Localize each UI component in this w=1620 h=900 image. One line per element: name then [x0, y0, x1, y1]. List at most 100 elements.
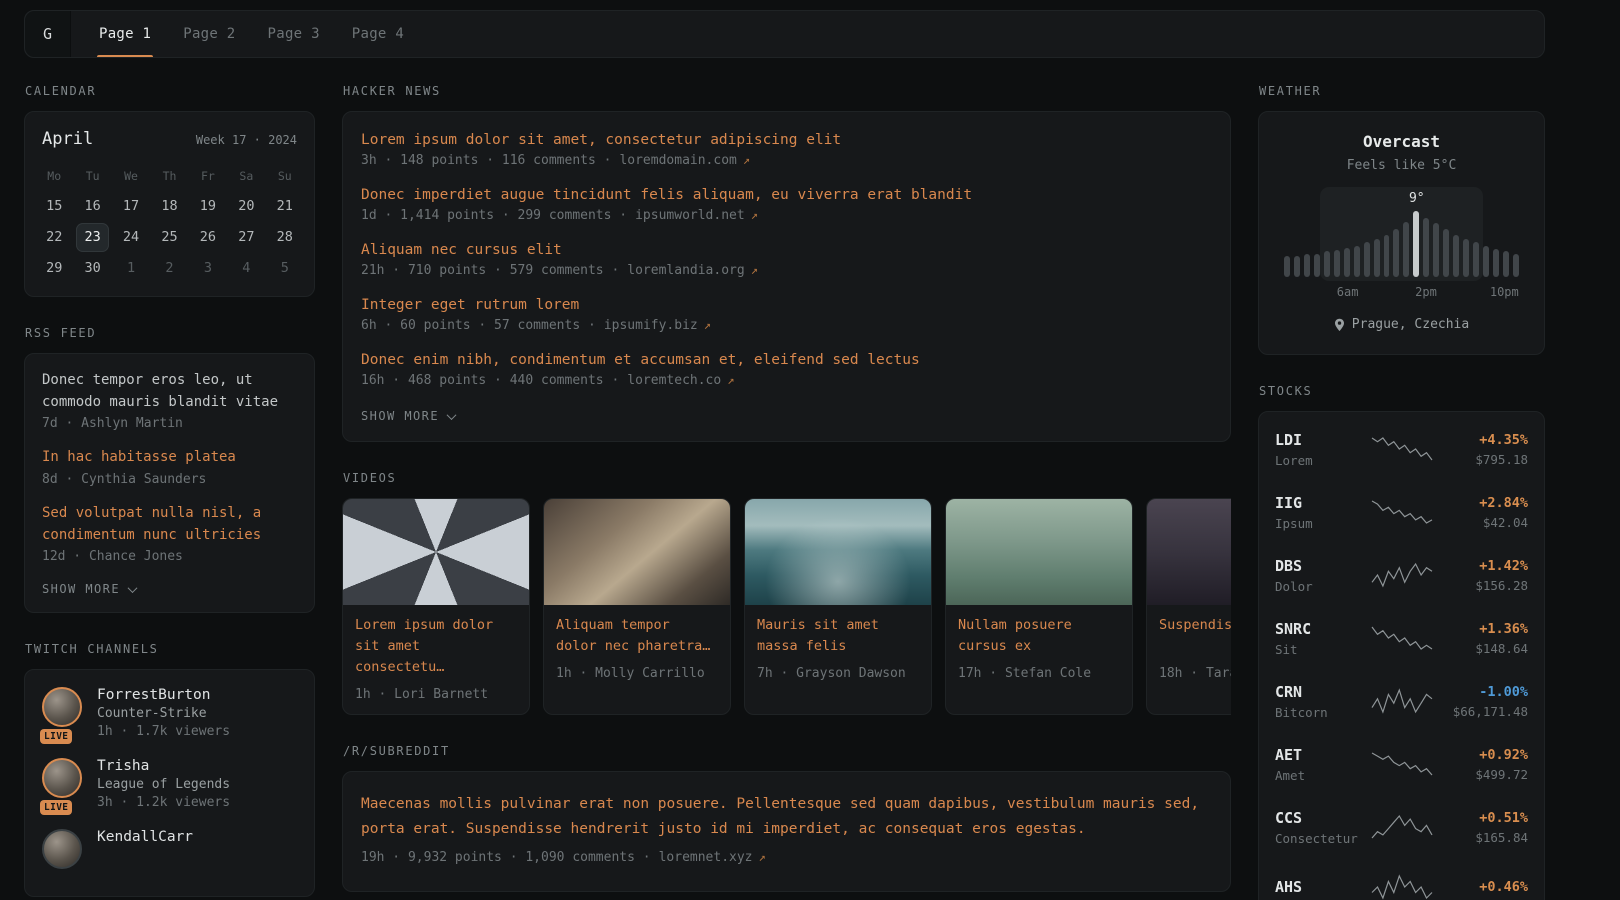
- video-card[interactable]: Aliquam tempor dolor nec pharetra… 1h · …: [543, 498, 731, 715]
- page-tabs: Page 1 Page 2 Page 3 Page 4: [97, 11, 406, 57]
- video-thumbnail: [745, 499, 931, 605]
- calendar-day: 24: [115, 223, 147, 252]
- calendar-day-header: Th: [150, 161, 188, 191]
- channel-name[interactable]: KendallCarr: [97, 829, 193, 845]
- stock-row[interactable]: SNRC Sit +1.36% $148.64: [1275, 607, 1528, 670]
- stock-change: +0.46%: [1442, 879, 1529, 895]
- rss-item-title[interactable]: In hac habitasse platea: [42, 447, 297, 469]
- video-card[interactable]: Mauris sit amet massa felis 7h · Grayson…: [744, 498, 932, 715]
- calendar-day: 1: [115, 254, 147, 283]
- video-card[interactable]: Lorem ipsum dolor sit amet consectetu… 1…: [342, 498, 530, 715]
- stock-row[interactable]: CRN Bitcorn -1.00% $66,171.48: [1275, 670, 1528, 733]
- item-meta-text: 16h · 468 points · 440 comments ·: [361, 373, 619, 388]
- page-tab[interactable]: Page 4: [350, 11, 406, 57]
- weather-bar: [1384, 235, 1390, 277]
- video-card[interactable]: Suspendisse diam 18h · Tara: [1146, 498, 1231, 715]
- calendar-day: 27: [230, 223, 262, 252]
- middle-column: HACKER NEWS Lorem ipsum dolor sit amet, …: [342, 84, 1231, 900]
- calendar-card: April Week 17 · 2024 MoTuWeThFrSaSu 1516…: [24, 111, 315, 297]
- rss-show-more-button[interactable]: SHOW MORE: [42, 580, 136, 598]
- rss-item-title[interactable]: Donec tempor eros leo, ut commodo mauris…: [42, 370, 297, 413]
- calendar-month-label: April: [42, 129, 93, 149]
- source-domain[interactable]: loremtech.co: [627, 373, 721, 388]
- hackernews-item-title[interactable]: Donec imperdiet augue tincidunt felis al…: [361, 187, 1212, 203]
- weather-bar: [1304, 254, 1310, 277]
- channel-name[interactable]: ForrestBurton: [97, 687, 230, 703]
- stock-ticker: CCS: [1275, 809, 1362, 827]
- right-column: WEATHER Overcast Feels like 5°C 9° 6am2p…: [1258, 84, 1545, 900]
- source-domain[interactable]: ipsumworld.net: [635, 208, 745, 223]
- rss-item-title[interactable]: Sed volutpat nulla nisl, a condimentum n…: [42, 503, 297, 546]
- subreddit-section-title: /R/SUBREDDIT: [343, 744, 1231, 758]
- hackernews-item-title[interactable]: Integer eget rutrum lorem: [361, 297, 1212, 313]
- channel-avatar-image: [42, 758, 82, 798]
- source-domain[interactable]: loremnet.xyz: [659, 850, 753, 865]
- video-title[interactable]: Suspendisse diam: [1159, 615, 1231, 657]
- weather-section-title: WEATHER: [1259, 84, 1545, 98]
- hackernews-item-title[interactable]: Donec enim nibh, condimentum et accumsan…: [361, 352, 1212, 368]
- weather-time-label: 10pm: [1490, 285, 1519, 299]
- hackernews-show-more-label: SHOW MORE: [361, 409, 439, 423]
- calendar-day: 30: [76, 254, 108, 283]
- external-link-icon: ↗: [751, 263, 758, 277]
- stock-sparkline: [1370, 872, 1434, 900]
- hackernews-item-meta: 1d · 1,414 points · 299 comments ·ipsumw…: [361, 208, 1212, 223]
- subreddit-post-title[interactable]: Maecenas mollis pulvinar erat non posuer…: [361, 792, 1212, 843]
- calendar-day: 23: [76, 223, 108, 252]
- stock-row[interactable]: CCS Consectetur +0.51% $165.84: [1275, 796, 1528, 859]
- video-card[interactable]: Nullam posuere cursus ex 17h · Stefan Co…: [945, 498, 1133, 715]
- app-logo[interactable]: G: [25, 11, 71, 57]
- hackernews-item-title[interactable]: Lorem ipsum dolor sit amet, consectetur …: [361, 132, 1212, 148]
- twitch-channel-row[interactable]: LIVE Trisha League of Legends 3h · 1.2k …: [42, 758, 297, 810]
- video-thumbnail: [946, 499, 1132, 605]
- calendar-day: 21: [269, 192, 301, 221]
- weather-bar: [1483, 246, 1489, 277]
- stock-row[interactable]: AET Amet +0.92% $499.72: [1275, 733, 1528, 796]
- rss-item[interactable]: Donec tempor eros leo, ut commodo mauris…: [42, 370, 297, 431]
- weather-bar: [1354, 246, 1360, 277]
- stock-row[interactable]: DBS Dolor +1.42% $156.28: [1275, 544, 1528, 607]
- calendar-widget: CALENDAR April Week 17 · 2024 MoTuWeThFr…: [24, 84, 315, 297]
- page-tab[interactable]: Page 1: [97, 11, 153, 57]
- rss-card: Donec tempor eros leo, ut commodo mauris…: [24, 353, 315, 613]
- avatar: LIVE: [42, 758, 84, 810]
- rss-item[interactable]: In hac habitasse platea 8d · Cynthia Sau…: [42, 447, 297, 487]
- source-domain[interactable]: ipsumify.biz: [604, 318, 698, 333]
- video-meta: 1h · Lori Barnett: [355, 687, 517, 702]
- weather-time-labels: 6am2pm10pm: [1284, 283, 1519, 299]
- left-column: CALENDAR April Week 17 · 2024 MoTuWeThFr…: [24, 84, 315, 900]
- hackernews-item-title[interactable]: Aliquam nec cursus elit: [361, 242, 1212, 258]
- hackernews-item: Integer eget rutrum lorem 6h · 60 points…: [361, 297, 1212, 333]
- video-title[interactable]: Nullam posuere cursus ex: [958, 615, 1120, 657]
- weather-bar: [1473, 242, 1479, 277]
- source-domain[interactable]: loremdomain.com: [619, 153, 736, 168]
- twitch-channel-row[interactable]: KendallCarr: [42, 829, 297, 869]
- hackernews-show-more-button[interactable]: SHOW MORE: [361, 407, 455, 425]
- stock-row[interactable]: AHS +0.46%: [1275, 859, 1528, 900]
- weather-bar: [1443, 229, 1449, 277]
- stock-price: $42.04: [1442, 515, 1529, 530]
- videos-row: Lorem ipsum dolor sit amet consectetu… 1…: [342, 498, 1231, 715]
- video-title[interactable]: Aliquam tempor dolor nec pharetra…: [556, 615, 718, 657]
- video-card-body: Suspendisse diam 18h · Tara: [1147, 605, 1231, 693]
- twitch-channel-row[interactable]: LIVE ForrestBurton Counter-Strike 1h · 1…: [42, 687, 297, 739]
- stock-row[interactable]: LDI Lorem +4.35% $795.18: [1275, 418, 1528, 481]
- chevron-down-icon: [447, 410, 457, 420]
- page-tab[interactable]: Page 3: [266, 11, 322, 57]
- weather-bar: [1503, 251, 1509, 277]
- weather-bars: [1284, 205, 1519, 277]
- video-thumbnail: [343, 499, 529, 605]
- stock-sparkline: [1370, 560, 1434, 590]
- channel-name[interactable]: Trisha: [97, 758, 230, 774]
- stock-row[interactable]: IIG Ipsum +2.84% $42.04: [1275, 481, 1528, 544]
- video-title[interactable]: Mauris sit amet massa felis: [757, 615, 919, 657]
- hackernews-item: Lorem ipsum dolor sit amet, consectetur …: [361, 132, 1212, 168]
- weather-location-label: Prague, Czechia: [1352, 317, 1469, 332]
- source-domain[interactable]: loremlandia.org: [627, 263, 744, 278]
- video-title[interactable]: Lorem ipsum dolor sit amet consectetu…: [355, 615, 517, 678]
- weather-bar: [1393, 229, 1399, 277]
- page-tab[interactable]: Page 2: [181, 11, 237, 57]
- rss-item[interactable]: Sed volutpat nulla nisl, a condimentum n…: [42, 503, 297, 564]
- weather-bar: [1493, 249, 1499, 277]
- avatar: [42, 829, 84, 869]
